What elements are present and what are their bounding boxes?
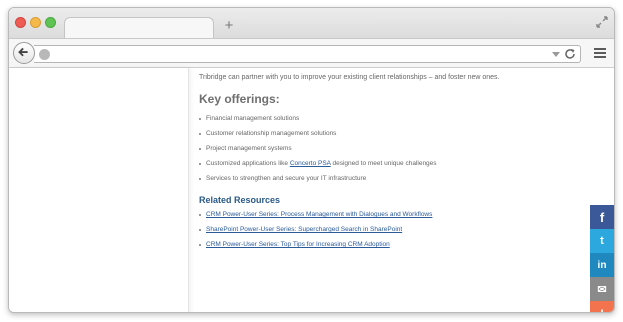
list-item: Project management systems bbox=[199, 145, 437, 160]
twitter-share-button[interactable]: t bbox=[590, 229, 614, 253]
related-resources-list: CRM Power-User Series: Process Managemen… bbox=[199, 211, 432, 256]
list-item: CRM Power-User Series: Process Managemen… bbox=[199, 211, 432, 226]
related-link[interactable]: CRM Power-User Series: Top Tips for Incr… bbox=[206, 241, 390, 248]
navigation-toolbar bbox=[9, 38, 614, 68]
list-item: Customer relationship management solutio… bbox=[199, 130, 437, 145]
maximize-window-button[interactable] bbox=[45, 17, 56, 28]
list-item: Customized applications like Concerto PS… bbox=[199, 160, 437, 175]
minimize-window-button[interactable] bbox=[30, 17, 41, 28]
title-bar: + bbox=[9, 8, 614, 39]
page-viewport: Tribridge can partner with you to improv… bbox=[9, 68, 614, 312]
list-item: CRM Power-User Series: Top Tips for Incr… bbox=[199, 241, 432, 256]
linkedin-share-button[interactable]: in bbox=[590, 253, 614, 277]
main-content: Tribridge can partner with you to improv… bbox=[199, 68, 599, 312]
more-share-button[interactable]: + bbox=[590, 301, 614, 312]
back-button[interactable] bbox=[13, 42, 35, 64]
hamburger-menu-icon[interactable] bbox=[594, 48, 606, 58]
offering-prefix: Customized applications like bbox=[206, 160, 290, 167]
related-resources-heading: Related Resources bbox=[199, 195, 281, 205]
close-window-button[interactable] bbox=[15, 17, 26, 28]
offerings-list: Financial management solutions Customer … bbox=[199, 115, 437, 190]
facebook-share-button[interactable]: f bbox=[590, 205, 614, 229]
list-item: Services to strengthen and secure your I… bbox=[199, 175, 437, 190]
related-link[interactable]: SharePoint Power-User Series: Supercharg… bbox=[206, 226, 402, 233]
related-link[interactable]: CRM Power-User Series: Process Managemen… bbox=[206, 211, 432, 218]
intro-text: Tribridge can partner with you to improv… bbox=[199, 74, 500, 81]
fullscreen-icon[interactable] bbox=[596, 16, 608, 28]
key-offerings-heading: Key offerings: bbox=[199, 92, 280, 106]
new-tab-button[interactable]: + bbox=[222, 18, 236, 33]
list-item: SharePoint Power-User Series: Supercharg… bbox=[199, 226, 432, 241]
chevron-down-icon[interactable] bbox=[552, 50, 560, 58]
globe-icon bbox=[39, 49, 50, 60]
email-share-button[interactable]: ✉ bbox=[590, 277, 614, 301]
concerto-psa-link[interactable]: Concerto PSA bbox=[290, 160, 331, 167]
list-item: Financial management solutions bbox=[199, 115, 437, 130]
browser-tab[interactable] bbox=[64, 17, 214, 39]
share-bar: f t in ✉ + bbox=[590, 205, 614, 312]
browser-window: + Tribridge can partner with you to impr… bbox=[8, 7, 615, 313]
reload-icon[interactable] bbox=[564, 48, 576, 60]
left-sidebar bbox=[9, 68, 189, 312]
offering-suffix: designed to meet unique challenges bbox=[330, 160, 437, 167]
address-bar[interactable] bbox=[34, 45, 581, 63]
arrow-left-icon bbox=[18, 47, 28, 57]
